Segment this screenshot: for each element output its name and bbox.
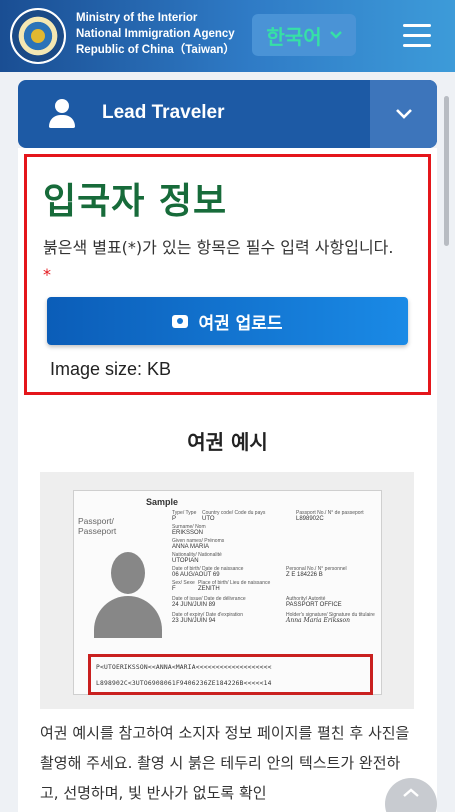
field-passport-no: L898902C [296,516,324,522]
field-given-names: ANNA MARIA [172,544,210,550]
language-label: 한국어 [266,24,322,49]
field-authority: PASSPORT OFFICE [286,602,342,608]
field-personal-no: Z E 184226 B [286,572,323,578]
page-scrollbar[interactable] [444,96,449,246]
field-surname: ERIKSSON [172,530,204,536]
mrz-highlight [88,654,373,695]
required-marker: * [43,265,51,284]
hamburger-icon[interactable] [400,22,434,50]
mrz-line-2: L898902C<3UTO6908061F9406236ZE184226B<<<… [96,680,272,687]
camera-icon [172,314,189,328]
image-size-text: Image size: KB [50,359,172,379]
agency-line-roc: Republic of China（Taiwan） [76,44,235,56]
chevron-down-icon [395,109,412,119]
field-nationality: UTOPIAN [172,558,199,564]
upload-button-label: 여권 업로드 [198,313,283,334]
field-place-of-birth: ZENITH [198,586,220,592]
field-country: UTO [202,516,215,522]
passport-title-label: Passport/ Passeport [78,516,117,536]
passport-upload-button[interactable]: 여권 업로드 [47,297,408,345]
agency-line-ministry: Ministry of the Interior [76,12,198,24]
agency-logo[interactable] [10,8,66,64]
holder-signature: Anna Maria Eriksson [286,617,350,624]
field-dob: 06 AUG/AOÛT 69 [172,572,220,578]
passport-example-title: 여권 예시 [187,430,268,454]
required-fields-note: 붉은색 별표(*)가 있는 항목은 필수 입력 사항입니다. * [43,234,403,288]
person-icon [48,99,76,129]
field-sex: F [172,586,176,592]
chevron-up-icon [403,788,419,797]
lead-traveler-label: Lead Traveler [102,102,225,123]
passport-sample-label: Sample [146,497,179,507]
required-fields-text: 붉은색 별표(*)가 있는 항목은 필수 입력 사항입니다. [43,238,394,257]
field-expiry-date: 23 JUN/JUIN 94 [172,618,216,624]
app-header: Ministry of the Interior National Immigr… [0,0,455,72]
mrz-line-1: P<UTOERIKSSON<<ANNA<MARIA<<<<<<<<<<<<<<<… [96,664,272,671]
language-select[interactable]: 한국어 [252,14,356,56]
passport-holder-photo [90,548,166,638]
lead-traveler-accordion[interactable]: Lead Traveler [18,80,437,148]
photo-instructions: 여권 예시를 참고하여 소지자 정보 페이지를 펼친 후 사진을 촬영해 주세요… [40,724,410,802]
field-type: P [172,516,177,522]
lead-traveler-toggle[interactable] [370,80,437,148]
agency-name: Ministry of the Interior National Immigr… [76,10,256,58]
agency-line-nia: National Immigration Agency [76,28,235,40]
chevron-down-icon [329,27,342,43]
entrant-info-title: 입국자 정보 [43,181,228,222]
field-issue-date: 24 JUN/JUIN 89 [172,602,216,608]
